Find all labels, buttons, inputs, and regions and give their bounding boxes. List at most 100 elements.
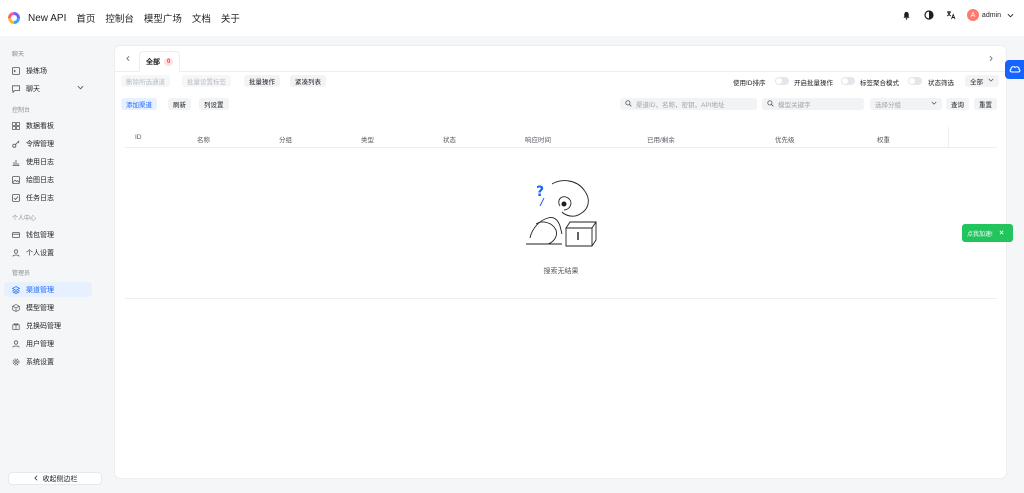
column-divider	[948, 127, 949, 148]
sidebar-item-label: 个人设置	[26, 249, 54, 257]
theme-toggle-icon[interactable]	[923, 9, 935, 21]
checkbox-icon	[12, 193, 20, 202]
column-header-used-remaining[interactable]: 已用/剩余	[647, 134, 675, 144]
brand-logo-icon[interactable]	[8, 12, 20, 24]
bell-icon[interactable]	[901, 9, 913, 21]
model-search-input[interactable]: 模型关键字	[762, 98, 864, 110]
wallet-icon	[12, 231, 20, 239]
reset-button[interactable]: 重置	[974, 98, 997, 110]
top-bar: New API 首页 控制台 模型广场 文档 关于 A admin	[0, 0, 1024, 36]
brand-name[interactable]: New API	[28, 13, 66, 24]
empty-state: ? 搜索无结果	[125, 149, 997, 299]
tab-bar: 全部 0	[115, 46, 1006, 72]
sidebar-item-label: 使用日志	[26, 158, 54, 166]
compact-list-button[interactable]: 紧凑列表	[290, 75, 326, 87]
sidebar-item-playground[interactable]: 操练场	[4, 63, 92, 78]
floating-widget-button[interactable]	[1005, 60, 1024, 79]
search-icon	[625, 99, 632, 109]
column-header-name[interactable]: 名称	[197, 134, 210, 144]
sidebar-item-dashboard[interactable]: 数据看板	[4, 118, 92, 133]
speedup-toast[interactable]: 点我加速!	[962, 224, 1013, 242]
collapse-sidebar-button[interactable]: 收起侧边栏	[8, 472, 102, 485]
refresh-button[interactable]: 刷新	[168, 98, 191, 110]
close-icon[interactable]	[999, 230, 1004, 237]
nav-about[interactable]: 关于	[221, 11, 240, 25]
add-channel-button[interactable]: 添加渠道	[121, 98, 157, 110]
sidebar-item-users[interactable]: 用户管理	[4, 336, 92, 351]
chevron-down-icon	[1004, 9, 1016, 21]
sidebar-item-label: 数据看板	[26, 122, 54, 130]
model-search-placeholder: 模型关键字	[778, 102, 811, 109]
sidebar-item-models[interactable]: 模型管理	[4, 300, 92, 315]
tab-count-badge: 0	[164, 57, 174, 66]
sidebar-item-label: 兑换码管理	[26, 322, 61, 330]
column-header-type[interactable]: 类型	[361, 134, 374, 144]
search-icon	[767, 99, 774, 109]
sidebar-item-drawing-logs[interactable]: 绘图日志	[4, 172, 92, 187]
enable-batch-toggle[interactable]	[841, 77, 855, 85]
grid-icon	[12, 121, 20, 130]
column-header-priority[interactable]: 优先级	[775, 134, 795, 144]
chevron-down-icon[interactable]	[77, 84, 84, 93]
sidebar-item-system-settings[interactable]: 系统设置	[4, 354, 92, 369]
empty-illustration-icon: ?	[526, 180, 597, 247]
batch-set-tag-button[interactable]: 批量设置标签	[182, 75, 231, 87]
status-filter-select[interactable]: 全部	[965, 75, 999, 87]
sort-by-id-label: 使用ID排序	[733, 80, 766, 87]
nav-model-plaza[interactable]: 模型广场	[144, 11, 182, 25]
column-settings-button[interactable]: 列设置	[199, 98, 229, 110]
sidebar-item-label: 用户管理	[26, 340, 54, 348]
sidebar-section-title: 控制台	[12, 108, 31, 114]
batch-operations-button[interactable]: 批量操作	[244, 75, 280, 87]
nav-home[interactable]: 首页	[76, 11, 95, 25]
collapse-sidebar-label: 收起侧边栏	[42, 475, 78, 483]
key-icon	[12, 140, 20, 148]
chevron-down-icon	[931, 100, 937, 108]
sidebar-item-channels[interactable]: 渠道管理	[4, 282, 92, 297]
tab-all[interactable]: 全部 0	[139, 51, 181, 72]
top-right-tools: A admin	[901, 9, 1016, 21]
nav-console[interactable]: 控制台	[105, 11, 134, 25]
channel-search-placeholder: 渠道ID，名称，密钥，API地址	[636, 102, 725, 109]
sidebar-item-task-logs[interactable]: 任务日志	[4, 190, 92, 205]
sidebar-item-label: 系统设置	[26, 358, 54, 366]
column-header-weight[interactable]: 权重	[877, 134, 890, 144]
chevron-left-icon[interactable]	[125, 55, 131, 64]
user-name: admin	[981, 11, 1001, 19]
language-icon[interactable]	[945, 9, 957, 21]
column-header-group[interactable]: 分组	[279, 134, 292, 144]
column-header-status[interactable]: 状态	[443, 134, 456, 144]
sidebar-item-label: 渠道管理	[26, 286, 54, 294]
sidebar-section-title: 个人中心	[12, 216, 37, 222]
sidebar-item-label: 模型管理	[26, 304, 54, 312]
user-menu[interactable]: A admin	[966, 9, 1016, 21]
channel-search-input[interactable]: 渠道ID，名称，密钥，API地址	[620, 98, 757, 110]
tag-aggregate-label: 标签聚合模式	[860, 80, 899, 87]
sidebar-item-chat[interactable]: 聊天	[4, 81, 92, 96]
cube-icon	[12, 303, 20, 312]
chevron-right-icon[interactable]	[988, 55, 994, 64]
nav-docs[interactable]: 文档	[192, 11, 211, 25]
sidebar-item-usage-logs[interactable]: 使用日志	[4, 154, 92, 169]
terminal-icon	[12, 66, 20, 75]
table-header: ID 名称 分组 类型 状态 响应时间 已用/剩余 优先级 权重	[125, 127, 997, 148]
sidebar-item-label: 任务日志	[26, 194, 54, 202]
user-icon	[12, 339, 20, 348]
delete-selected-button[interactable]: 删除所选通道	[121, 75, 170, 87]
chevron-down-icon	[988, 77, 994, 85]
column-header-response-time[interactable]: 响应时间	[525, 134, 551, 144]
gift-icon	[12, 322, 20, 330]
sidebar-item-redeem-codes[interactable]: 兑换码管理	[4, 318, 92, 333]
sidebar-item-label: 聊天	[26, 85, 40, 93]
sidebar: 聊天 操练场 聊天 控制台 数据看板 令牌管理 使用日志 绘图日志 任务日志 个…	[0, 36, 98, 493]
column-header-id[interactable]: ID	[135, 134, 142, 141]
sidebar-item-wallet[interactable]: 钱包管理	[4, 227, 92, 242]
tag-aggregate-toggle[interactable]	[908, 77, 922, 85]
toast-label: 点我加速!	[967, 231, 993, 238]
empty-state-text: 搜索无结果	[543, 268, 579, 275]
sidebar-item-tokens[interactable]: 令牌管理	[4, 136, 92, 151]
sidebar-item-personal-settings[interactable]: 个人设置	[4, 245, 92, 260]
group-select[interactable]: 选择分组	[870, 98, 942, 110]
sort-by-id-toggle[interactable]	[775, 77, 789, 85]
query-button[interactable]: 查询	[946, 98, 969, 110]
